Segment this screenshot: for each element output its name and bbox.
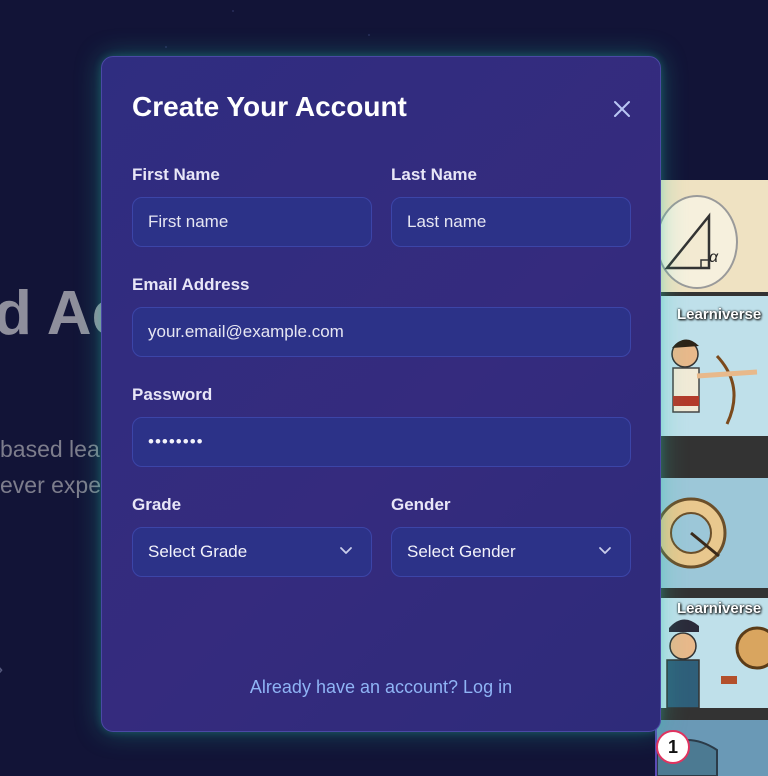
password-input[interactable]: [132, 417, 631, 467]
background-dot: [368, 34, 370, 36]
email-input[interactable]: [132, 307, 631, 357]
first-name-input[interactable]: [132, 197, 372, 247]
first-name-label: First Name: [132, 165, 220, 184]
gender-selected-value: Select Gender: [407, 542, 516, 561]
triangle-illustration: α: [657, 195, 738, 289]
email-label: Email Address: [132, 275, 250, 294]
chevron-down-icon: [599, 547, 611, 554]
strip-label: Learniverse: [677, 600, 762, 617]
background-dot: [232, 10, 234, 12]
grade-select[interactable]: Select Grade: [132, 527, 372, 577]
svg-text:α: α: [709, 249, 719, 266]
background-arrow-icon: ›: [0, 656, 3, 682]
background-text-line: based lear: [0, 436, 108, 462]
notification-badge[interactable]: 1: [656, 730, 690, 764]
strip-label: Learniverse: [677, 306, 762, 323]
geometry-panel: α: [657, 180, 768, 292]
login-link[interactable]: Already have an account? Log in: [102, 677, 660, 698]
grade-label: Grade: [132, 495, 182, 514]
background-dot: [165, 46, 167, 48]
modal-title: Create Your Account: [132, 91, 407, 122]
gender-label: Gender: [391, 495, 451, 514]
last-name-label: Last Name: [391, 165, 477, 184]
grade-selected-value: Select Grade: [148, 542, 248, 561]
chevron-down-icon: [340, 547, 352, 554]
protractor-illustration: [657, 497, 727, 569]
archer-panel: Learniverse: [657, 296, 768, 436]
protractor-panel: [657, 478, 768, 588]
background-text-line: ever expe: [0, 472, 102, 498]
create-account-modal: Create Your Account First Name Last Name…: [101, 56, 661, 732]
close-icon: [614, 101, 630, 117]
gender-select[interactable]: Select Gender: [391, 527, 631, 577]
last-name-input[interactable]: [391, 197, 631, 247]
navigator-panel: Learniverse: [657, 598, 768, 708]
password-label: Password: [132, 385, 213, 404]
comic-image-strip: α Learniverse Learniverse: [655, 180, 768, 776]
close-button[interactable]: [610, 97, 634, 121]
